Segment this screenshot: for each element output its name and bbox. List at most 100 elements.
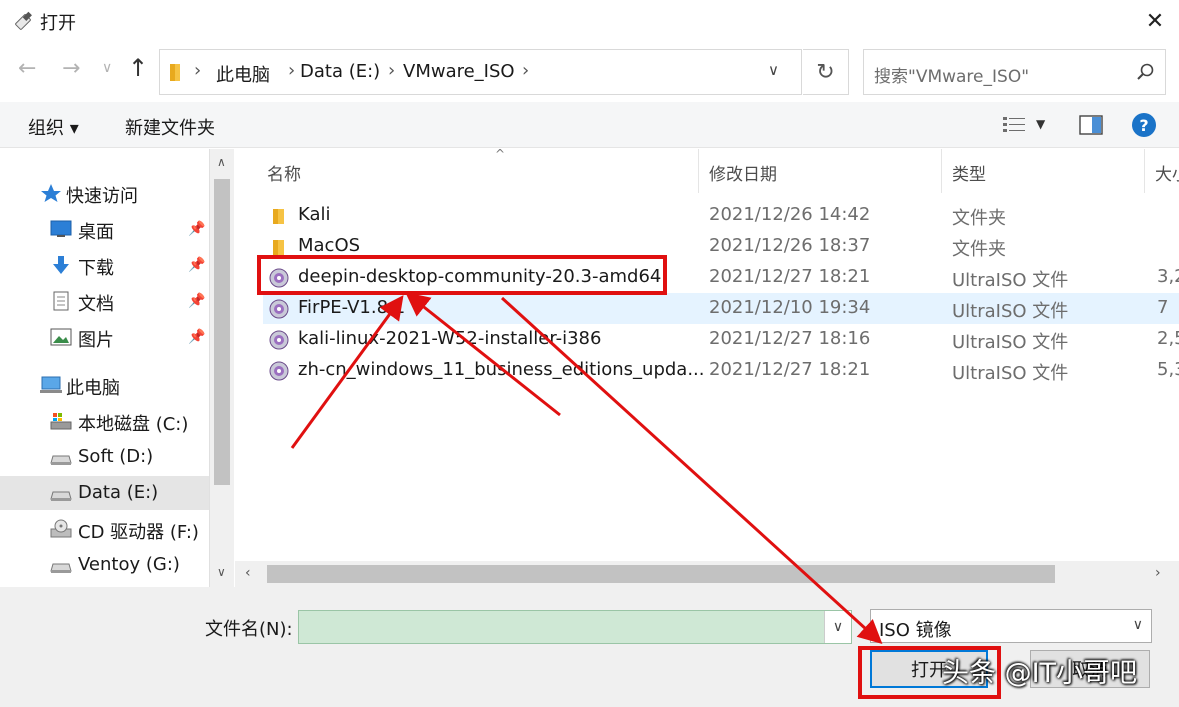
breadcrumb-vmware-iso[interactable]: VMware_ISO [403, 61, 515, 82]
column-header-type[interactable]: 类型 [942, 149, 1145, 193]
help-icon[interactable]: ? [1132, 113, 1156, 137]
sort-ascending-icon: ^ [495, 147, 506, 161]
search-placeholder: 搜索"VMware_ISO" [874, 67, 1030, 87]
file-name: kali-linux-2021-W52-installer-i386 [298, 328, 602, 349]
nav-item-drive-g[interactable]: Ventoy (G:) [0, 548, 209, 582]
scroll-right-icon[interactable]: › [1155, 565, 1161, 581]
view-options-chevron-icon[interactable]: ▼ [1036, 117, 1045, 131]
pin-icon: 📌 [188, 221, 206, 237]
back-arrow-icon[interactable]: ← [18, 56, 36, 81]
nav-item-label: 快速访问 [66, 186, 138, 207]
navigation-row: ← → ∨ ↑ › 此电脑 › Data (E:) › VMware_ISO ›… [0, 42, 1179, 102]
file-type: UltraISO 文件 [952, 332, 1069, 353]
scroll-up-icon[interactable]: ∧ [217, 155, 226, 169]
nav-item-pictures[interactable]: 图片 📌 [0, 320, 209, 354]
file-size: 3,2 [1157, 266, 1179, 287]
address-dropdown-chevron-icon[interactable]: ∨ [768, 61, 779, 79]
file-type-filter-value: ISO 镜像 [879, 620, 952, 641]
details-view-icon[interactable] [1002, 116, 1026, 134]
file-row[interactable]: zh-cn_windows_11_business_editions_upda.… [263, 355, 1179, 386]
file-name: Kali [298, 204, 331, 225]
file-list-horizontal-scrollbar[interactable]: ‹ › [235, 561, 1179, 587]
nav-item-this-pc[interactable]: 此电脑 [0, 368, 209, 402]
nav-item-drive-c[interactable]: 本地磁盘 (C:) [0, 404, 209, 438]
organize-menu-button[interactable]: 组织 ▾ [28, 114, 79, 140]
drive-icon [50, 455, 72, 465]
desktop-icon [50, 220, 72, 237]
star-icon [41, 184, 61, 202]
file-date: 2021/12/27 18:21 [709, 359, 871, 380]
folder-icon [273, 240, 284, 255]
up-arrow-icon[interactable]: ↑ [128, 54, 148, 82]
disc-image-icon [269, 330, 289, 350]
title-bar: 打开 ✕ [0, 0, 1179, 42]
new-folder-button[interactable]: 新建文件夹 [125, 114, 215, 140]
file-type-filter-select[interactable]: ISO 镜像 ∨ [870, 609, 1152, 643]
nav-item-drive-f[interactable]: CD 驱动器 (F:) [0, 512, 209, 546]
column-header-size[interactable]: 大小 [1145, 149, 1179, 193]
file-row[interactable]: Kali 2021/12/26 14:42 文件夹 [263, 200, 1179, 231]
nav-item-desktop[interactable]: 桌面 📌 [0, 212, 209, 246]
nav-item-label: Soft (D:) [78, 446, 154, 467]
window-title: 打开 [40, 13, 76, 34]
refresh-icon: ↻ [816, 59, 835, 85]
file-name: zh-cn_windows_11_business_editions_upda.… [298, 359, 705, 380]
breadcrumb-separator: › [288, 60, 296, 81]
filename-input[interactable] [298, 610, 852, 644]
nav-item-label: 下载 [78, 258, 114, 279]
file-type: 文件夹 [952, 208, 1006, 229]
command-toolbar: 组织 ▾ 新建文件夹 ▼ ? [0, 102, 1179, 148]
scrollbar-thumb[interactable] [267, 565, 1055, 583]
drive-icon [50, 563, 72, 573]
file-type: UltraISO 文件 [952, 301, 1069, 322]
breadcrumb-data-drive[interactable]: Data (E:) [300, 61, 380, 82]
refresh-button[interactable]: ↻ [803, 49, 849, 95]
pin-icon: 📌 [188, 329, 206, 345]
nav-item-label: Ventoy (G:) [78, 554, 180, 575]
nav-item-downloads[interactable]: 下载 📌 [0, 248, 209, 282]
breadcrumb-separator: › [194, 60, 202, 81]
filename-history-chevron-icon[interactable]: ∨ [824, 611, 851, 643]
scrollbar-thumb[interactable] [214, 179, 230, 485]
pin-icon: 📌 [188, 293, 206, 309]
file-row[interactable]: FirPE-V1.8.1 2021/12/10 19:34 UltraISO 文… [263, 293, 1179, 324]
document-icon [53, 291, 69, 311]
file-date: 2021/12/26 18:37 [709, 235, 871, 256]
watermark-text: 头条 @IT小哥吧 [942, 658, 1138, 689]
dialog-icon [15, 11, 32, 30]
nav-item-label: Data (E:) [78, 482, 159, 503]
column-header-name[interactable]: 名称 ^ [257, 147, 699, 193]
file-date: 2021/12/27 18:21 [709, 266, 871, 287]
nav-item-label: 桌面 [78, 222, 114, 243]
column-header-date[interactable]: 修改日期 [699, 149, 942, 193]
navigation-pane-scrollbar[interactable]: ∧ ∨ [209, 149, 234, 587]
recent-locations-chevron-icon[interactable]: ∨ [102, 60, 112, 76]
disc-image-icon [269, 299, 289, 319]
file-row[interactable]: kali-linux-2021-W52-installer-i386 2021/… [263, 324, 1179, 355]
disc-image-icon [269, 361, 289, 381]
file-name: FirPE-V1.8.1 [298, 297, 406, 318]
search-input[interactable]: 搜索"VMware_ISO" [863, 49, 1166, 95]
nav-item-drive-e[interactable]: Data (E:) [0, 476, 209, 510]
preview-pane-icon[interactable] [1079, 115, 1103, 135]
filename-label: 文件名(N): [205, 619, 293, 640]
nav-item-label: 文档 [78, 294, 114, 315]
close-button[interactable]: ✕ [1131, 0, 1179, 42]
address-bar[interactable]: › 此电脑 › Data (E:) › VMware_ISO › ∨ [159, 49, 802, 95]
file-list: 名称 ^ 修改日期 类型 大小 Kali 2021/12/26 14:42 文件… [235, 147, 1179, 587]
nav-item-drive-d[interactable]: Soft (D:) [0, 440, 209, 474]
system-drive-icon [50, 413, 72, 430]
nav-item-label: 本地磁盘 (C:) [78, 414, 189, 435]
nav-item-label: CD 驱动器 (F:) [78, 522, 199, 543]
breadcrumb-this-pc[interactable]: 此电脑 [216, 61, 270, 87]
file-type: 文件夹 [952, 239, 1006, 260]
file-date: 2021/12/26 14:42 [709, 204, 871, 225]
pin-icon: 📌 [188, 257, 206, 273]
forward-arrow-icon[interactable]: → [62, 56, 80, 81]
nav-item-quick-access[interactable]: 快速访问 [0, 176, 209, 210]
nav-item-label: 此电脑 [66, 378, 120, 399]
scroll-left-icon[interactable]: ‹ [245, 565, 251, 581]
file-date: 2021/12/10 19:34 [709, 297, 871, 318]
scroll-down-icon[interactable]: ∨ [217, 565, 226, 579]
nav-item-documents[interactable]: 文档 📌 [0, 284, 209, 318]
